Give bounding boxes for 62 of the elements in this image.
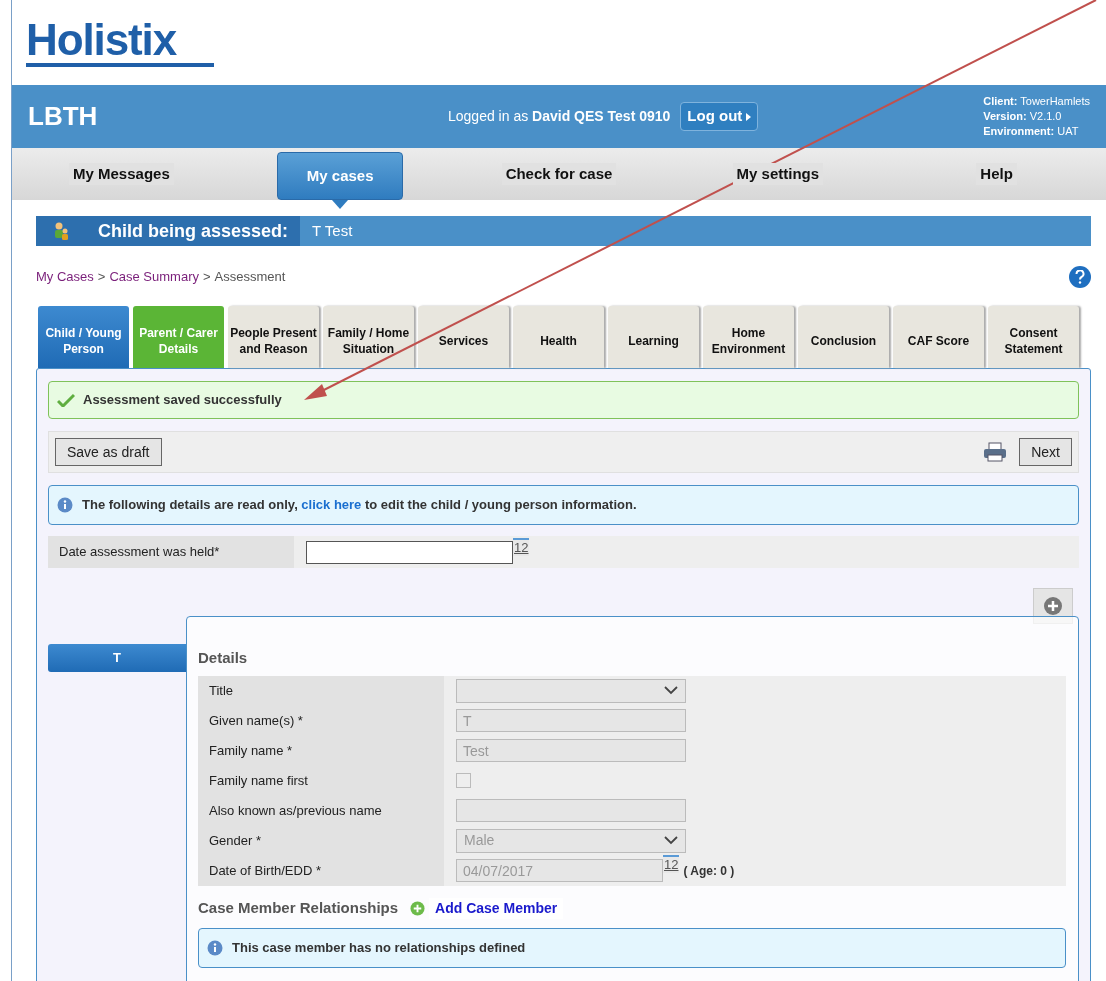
section-tab[interactable]: People Present and Reason (228, 306, 319, 368)
add-icon[interactable] (410, 901, 426, 916)
logout-button[interactable]: Log out (680, 102, 759, 131)
child-name: T Test (311, 220, 354, 241)
field-label: Given name(s) * (198, 705, 444, 736)
print-icon[interactable] (983, 442, 1008, 462)
info-message: This case member has no relationships defined (232, 938, 526, 957)
breadcrumb-current: Assessment (214, 268, 286, 287)
help-icon[interactable] (1069, 266, 1091, 288)
nav-tab[interactable]: My settings (732, 162, 824, 186)
info-icon (207, 939, 223, 956)
organisation-name: LBTH (28, 100, 99, 133)
environment-info: Version: V2.1.0 (983, 109, 1063, 124)
calendar-button[interactable]: 12 (663, 855, 680, 873)
section-tab[interactable]: Consent Statement (988, 306, 1079, 368)
field-label: Date of Birth/EDD * (198, 855, 444, 886)
success-message: Assessment saved successfully (83, 391, 282, 410)
breadcrumb-link[interactable]: My Cases (36, 267, 94, 287)
nav-tab[interactable]: My Messages (69, 162, 174, 186)
nav-tab[interactable]: My cases (277, 152, 404, 200)
age-note: ( Age: 0 ) (683, 862, 735, 880)
select-field[interactable] (456, 678, 686, 703)
calendar-button[interactable]: 12 (513, 538, 530, 556)
section-tab[interactable]: Home Environment (703, 306, 794, 368)
breadcrumb-link[interactable]: Case Summary (109, 267, 199, 287)
breadcrumb-separator: > (202, 268, 211, 287)
section-tab[interactable]: Services (418, 306, 509, 368)
field-label: Date assessment was held* (48, 536, 294, 568)
field-label: Gender * (198, 825, 444, 856)
date-field[interactable] (306, 540, 513, 564)
section-heading: Case Member Relationships (198, 898, 399, 919)
child-icon (36, 216, 86, 246)
info-icon (57, 497, 73, 513)
chevron-icon (664, 836, 678, 845)
section-tab[interactable]: Family / Home Situation (323, 306, 414, 368)
section-tab[interactable]: Learning (608, 306, 699, 368)
check-icon (57, 393, 75, 407)
child-label: Child being assessed: (86, 216, 301, 246)
section-tab[interactable]: CAF Score (893, 306, 984, 368)
chevron-icon (664, 686, 678, 695)
field-label: Title (198, 675, 444, 706)
nav-tab[interactable]: Check for case (501, 162, 617, 186)
nav-tab[interactable]: Help (976, 162, 1017, 186)
member-tab[interactable]: T (48, 644, 186, 672)
section-tab[interactable]: Health (513, 306, 604, 368)
logo: Holistix (26, 18, 214, 67)
next-button[interactable]: Next (1019, 438, 1072, 466)
caret-icon (746, 113, 752, 122)
edit-link[interactable]: click here (301, 497, 362, 513)
checkbox[interactable] (456, 773, 471, 788)
logged-in-text: Logged in as David QES Test 0910 (448, 107, 671, 126)
environment-info: Client: TowerHamlets (983, 94, 1090, 109)
info-message: The following details are read only, click here to edit the child / young person information. (82, 496, 637, 515)
section-tab[interactable]: Child / Young Person (38, 306, 129, 368)
section-heading: Details (198, 648, 249, 668)
section-tab[interactable]: Conclusion (798, 306, 889, 368)
field-label: Also known as/previous name (198, 795, 444, 826)
save-draft-button[interactable]: Save as draft (55, 438, 162, 466)
environment-info: Environment: UAT (983, 124, 1080, 139)
breadcrumb-separator: > (97, 268, 106, 287)
field-label: Family name * (198, 735, 444, 766)
field-label: Family name first (198, 765, 444, 796)
